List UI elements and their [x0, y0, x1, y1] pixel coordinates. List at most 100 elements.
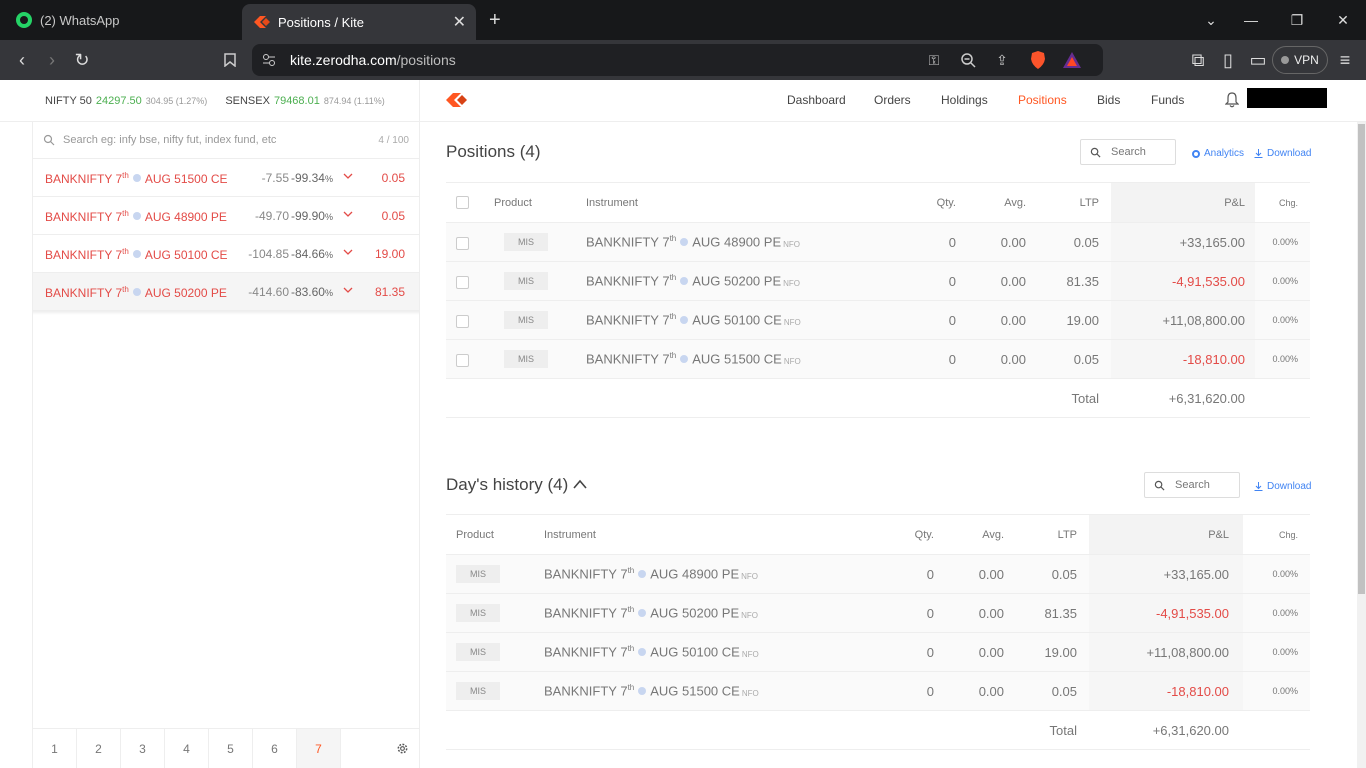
col-chg[interactable]: Chg.	[1243, 514, 1310, 555]
scrollbar-thumb[interactable]	[1358, 124, 1365, 594]
col-pnl[interactable]: P&L	[1111, 182, 1255, 223]
nav-funds[interactable]: Funds	[1151, 93, 1184, 107]
nav-bids[interactable]: Bids	[1097, 93, 1120, 107]
instrument-symbol: BANKNIFTY 7	[586, 312, 670, 328]
minimize-button[interactable]: —	[1228, 0, 1274, 40]
col-qty[interactable]: Qty.	[864, 514, 934, 555]
download-label: Download	[1267, 148, 1312, 159]
bookmark-icon[interactable]	[218, 48, 242, 72]
new-tab-button[interactable]: +	[489, 8, 501, 32]
extensions-icon[interactable]: ⧉	[1186, 48, 1210, 72]
sidebar-toggle-icon[interactable]: ▯	[1216, 48, 1240, 72]
watchlist-item[interactable]: BANKNIFTY 7th AUG 48900 PE -49.70 -99.90%…	[33, 197, 419, 235]
table-row[interactable]: MIS BANKNIFTY 7th AUG 50100 CE NFO 0 0.00 …	[446, 300, 1310, 340]
back-button[interactable]: ‹	[10, 48, 34, 72]
kite-logo-icon[interactable]	[446, 93, 468, 107]
col-pnl[interactable]: P&L	[1089, 514, 1243, 555]
watchlist-page-3[interactable]: 3	[121, 729, 165, 768]
instrument-detail: AUG 48900 PE	[650, 566, 740, 582]
positions-search-input[interactable]: Search	[1080, 139, 1176, 165]
col-avg[interactable]: Avg.	[934, 514, 1004, 555]
product-badge: MIS	[456, 643, 500, 661]
reload-button[interactable]: ↻	[70, 48, 94, 72]
table-row[interactable]: MIS BANKNIFTY 7th AUG 48900 PE NFO 0 0.00 …	[446, 222, 1310, 262]
instrument-symbol: BANKNIFTY 7	[45, 248, 123, 262]
row-checkbox[interactable]	[456, 314, 469, 328]
gear-icon[interactable]	[396, 742, 409, 755]
col-chg[interactable]: Chg.	[1255, 182, 1310, 223]
weekly-expiry-icon	[132, 288, 141, 296]
close-window-button[interactable]: ✕	[1320, 0, 1366, 40]
tab-kite-positions[interactable]: Positions / Kite ✕	[242, 4, 476, 40]
row-checkbox[interactable]	[456, 275, 469, 289]
watchlist-page-4[interactable]: 4	[165, 729, 209, 768]
history-download-link[interactable]: Download	[1254, 481, 1311, 492]
col-instrument[interactable]: Instrument	[544, 514, 864, 555]
col-ltp[interactable]: LTP	[1004, 514, 1089, 555]
chevron-down-icon	[343, 287, 353, 293]
col-product[interactable]: Product	[446, 514, 544, 555]
col-product[interactable]: Product	[494, 182, 586, 223]
forward-button[interactable]: ›	[40, 48, 64, 72]
table-row[interactable]: MIS BANKNIFTY 7th AUG 48900 PE NFO 0 0.00 …	[446, 554, 1310, 594]
nav-dashboard[interactable]: Dashboard	[787, 93, 846, 107]
table-row[interactable]: MIS BANKNIFTY 7th AUG 50200 PE NFO 0 0.00 …	[446, 261, 1310, 301]
menu-icon[interactable]: ≡	[1333, 48, 1357, 72]
tab-whatsapp[interactable]: (2) WhatsApp	[8, 4, 236, 36]
chevron-down-icon	[343, 249, 353, 255]
col-ltp[interactable]: LTP	[1026, 182, 1111, 223]
watchlist-page-1[interactable]: 1	[33, 729, 77, 768]
pct-unit: %	[324, 212, 333, 222]
col-avg[interactable]: Avg.	[956, 182, 1026, 223]
zoom-icon[interactable]	[958, 50, 978, 70]
watchlist-page-2[interactable]: 2	[77, 729, 121, 768]
tab-title: (2) WhatsApp	[40, 12, 120, 28]
instrument-symbol: BANKNIFTY 7	[586, 273, 670, 289]
brave-rewards-icon[interactable]	[1062, 50, 1082, 70]
instrument-symbol: BANKNIFTY 7	[544, 683, 628, 699]
table-row[interactable]: MIS BANKNIFTY 7th AUG 51500 CE NFO 0 0.00 …	[446, 339, 1310, 379]
expiry-suffix: th	[122, 209, 129, 218]
watchlist-page-7[interactable]: 7	[297, 729, 341, 768]
weekly-expiry-icon	[638, 686, 647, 695]
url-field[interactable]: kite.zerodha.com/positions ⚿ ⇪	[252, 44, 1103, 76]
restore-button[interactable]: ❐	[1274, 0, 1320, 40]
wallet-icon[interactable]: ▭	[1246, 48, 1270, 72]
watchlist-item[interactable]: BANKNIFTY 7th AUG 51500 CE -7.55 -99.34% …	[33, 159, 419, 197]
instrument-symbol: BANKNIFTY 7	[544, 566, 628, 582]
site-settings-icon[interactable]	[262, 53, 276, 67]
close-tab-icon[interactable]: ✕	[453, 12, 466, 32]
key-icon[interactable]: ⚿	[924, 50, 944, 70]
col-instrument[interactable]: Instrument	[586, 182, 886, 223]
select-all-checkbox[interactable]	[456, 196, 469, 209]
watchlist-item[interactable]: BANKNIFTY 7th AUG 50200 PE -414.60 -83.60…	[33, 273, 419, 311]
watchlist-page-6[interactable]: 6	[253, 729, 297, 768]
nav-orders[interactable]: Orders	[874, 93, 911, 107]
chevron-up-icon[interactable]	[572, 478, 588, 490]
nav-positions[interactable]: Positions	[1018, 93, 1067, 107]
vpn-label: VPN	[1294, 53, 1319, 67]
vpn-button[interactable]: VPN	[1272, 46, 1328, 74]
table-row[interactable]: MIS BANKNIFTY 7th AUG 51500 CE NFO 0 0.00 …	[446, 671, 1310, 711]
watchlist-page-5[interactable]: 5	[209, 729, 253, 768]
share-icon[interactable]: ⇪	[992, 50, 1012, 70]
page-scrollbar[interactable]	[1357, 122, 1366, 768]
table-row[interactable]: MIS BANKNIFTY 7th AUG 50200 PE NFO 0 0.00 …	[446, 593, 1310, 633]
brave-shield-icon[interactable]	[1028, 50, 1048, 70]
table-row[interactable]: MIS BANKNIFTY 7th AUG 50100 CE NFO 0 0.00 …	[446, 632, 1310, 672]
watchlist-item[interactable]: BANKNIFTY 7th AUG 50100 CE -104.85 -84.66…	[33, 235, 419, 273]
total-row: Total +6,31,620.00	[446, 710, 1310, 750]
bell-icon[interactable]	[1225, 92, 1239, 108]
history-search-input[interactable]: Search	[1144, 472, 1240, 498]
instrument-detail: AUG 50200 PE	[692, 273, 782, 289]
row-checkbox[interactable]	[456, 236, 469, 250]
nav-holdings[interactable]: Holdings	[941, 93, 988, 107]
row-checkbox[interactable]	[456, 353, 469, 367]
weekly-expiry-icon	[638, 569, 647, 578]
positions-download-link[interactable]: Download	[1254, 148, 1311, 159]
table-header: Product Instrument Qty. Avg. LTP P&L Chg…	[446, 182, 1310, 223]
marketwatch-search[interactable]: Search eg: infy bse, nifty fut, index fu…	[33, 122, 419, 159]
analytics-link[interactable]: Analytics	[1192, 148, 1244, 159]
user-profile-button[interactable]	[1247, 88, 1327, 108]
col-qty[interactable]: Qty.	[886, 182, 956, 223]
